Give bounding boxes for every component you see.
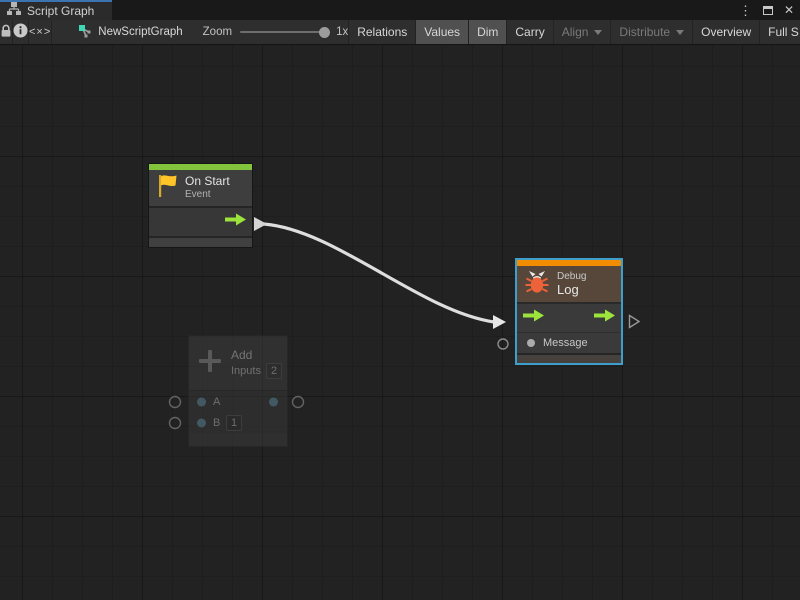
lock-button[interactable] — [0, 20, 13, 44]
input-a-port[interactable] — [197, 397, 206, 406]
zoom-label: Zoom — [203, 26, 232, 38]
add-row-a: A — [189, 391, 287, 412]
debug-log-footer — [517, 353, 621, 363]
add-inputs-label: Inputs — [231, 365, 261, 377]
zoom-value: 1x — [336, 26, 348, 38]
carry-button[interactable]: Carry — [506, 20, 552, 44]
add-row-b: B 1 — [189, 412, 287, 433]
chevron-down-icon — [594, 30, 602, 35]
graph-name-label: NewScriptGraph — [98, 26, 182, 38]
tab-label: Script Graph — [27, 4, 94, 18]
on-start-footer — [149, 236, 252, 247]
graph-toolbar: <×> NewScriptGraph Zoom 1x Relations V — [0, 20, 800, 45]
wire-start-arrowhead — [254, 217, 267, 231]
bug-icon — [524, 269, 550, 300]
input-b-label: B — [213, 417, 220, 429]
tab-script-graph[interactable]: Script Graph — [0, 0, 112, 20]
on-start-title: On Start — [185, 174, 230, 189]
input-b-value-field[interactable]: 1 — [226, 415, 242, 431]
flag-icon — [156, 173, 178, 204]
zoom-control: Zoom 1x — [203, 20, 349, 44]
align-button[interactable]: Align — [553, 20, 611, 44]
dim-button[interactable]: Dim — [468, 20, 506, 44]
message-input-port[interactable] — [527, 339, 535, 347]
fullscreen-button[interactable]: Full S — [759, 20, 800, 44]
values-button[interactable]: Values — [415, 20, 468, 44]
wire-layer — [0, 45, 800, 600]
toolbar-toggles: Relations Values Dim Carry Align Distrib… — [348, 20, 800, 44]
on-start-flow-row — [149, 208, 252, 236]
distribute-button[interactable]: Distribute — [610, 20, 692, 44]
code-icon: <×> — [29, 26, 51, 38]
lock-icon — [0, 24, 12, 41]
info-button[interactable] — [13, 20, 29, 44]
relations-button[interactable]: Relations — [348, 20, 415, 44]
debug-log-header: Debug Log — [517, 266, 621, 304]
add-header: Add Inputs 2 — [189, 336, 287, 391]
debug-log-kind: Debug — [557, 271, 586, 282]
unconnected-sum-output-marker[interactable] — [293, 397, 304, 408]
graph-hierarchy-icon — [7, 2, 21, 20]
debug-log-title: Log — [557, 282, 586, 297]
add-inputs-count-field[interactable]: 2 — [266, 363, 282, 379]
message-label: Message — [543, 337, 588, 349]
script-graph-window: Script Graph ⋮ ✕ — [0, 0, 800, 600]
unconnected-message-input-marker[interactable] — [498, 339, 508, 349]
wire-end-arrowhead — [493, 315, 506, 329]
flow-input-port[interactable] — [523, 309, 544, 327]
graph-name-group[interactable]: NewScriptGraph — [78, 20, 182, 44]
distribute-label: Distribute — [619, 25, 670, 39]
input-a-label: A — [213, 396, 220, 408]
kebab-menu-icon[interactable]: ⋮ — [739, 4, 752, 17]
maximize-icon[interactable] — [763, 6, 773, 15]
sum-output-port[interactable] — [269, 397, 278, 406]
overview-button[interactable]: Overview — [692, 20, 759, 44]
align-label: Align — [562, 25, 589, 39]
node-add[interactable]: Add Inputs 2 A B 1 — [188, 335, 288, 447]
window-controls: ⋮ ✕ — [739, 0, 794, 20]
edit-source-button[interactable]: <×> — [29, 20, 52, 44]
tab-bar: Script Graph ⋮ ✕ — [0, 0, 800, 20]
plus-icon — [196, 347, 224, 380]
flow-output-port[interactable] — [594, 309, 615, 327]
unconnected-flow-output-marker[interactable] — [630, 316, 640, 328]
add-title: Add — [231, 348, 282, 362]
debug-log-message-row: Message — [517, 332, 621, 353]
trigger-output-port[interactable] — [225, 213, 246, 231]
node-debug-log[interactable]: Debug Log — [515, 258, 623, 365]
graph-canvas[interactable]: On Start Event — [0, 45, 800, 600]
debug-log-flow-row — [517, 304, 621, 332]
zoom-slider[interactable] — [240, 31, 328, 33]
info-icon — [13, 23, 28, 41]
zoom-slider-handle[interactable] — [319, 27, 330, 38]
unconnected-input-b-marker[interactable] — [170, 418, 181, 429]
node-on-start[interactable]: On Start Event — [148, 163, 253, 248]
input-b-port[interactable] — [197, 418, 206, 427]
chevron-down-icon — [676, 30, 684, 35]
connection-on-start-to-log[interactable] — [264, 224, 494, 322]
add-footer — [189, 433, 287, 446]
script-graph-asset-icon — [78, 24, 92, 41]
unconnected-input-a-marker[interactable] — [170, 397, 181, 408]
on-start-subtitle: Event — [185, 189, 230, 202]
close-icon[interactable]: ✕ — [784, 4, 794, 16]
on-start-header: On Start Event — [149, 170, 252, 208]
